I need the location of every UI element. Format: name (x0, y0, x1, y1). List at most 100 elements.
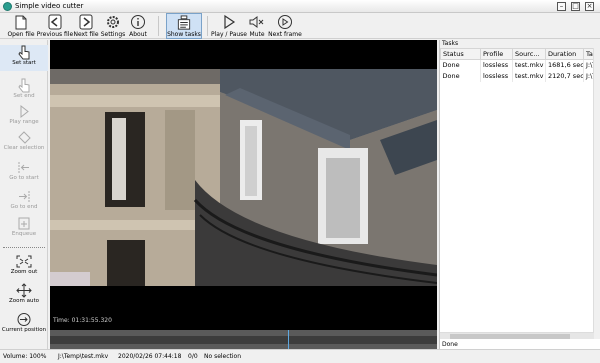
window-title: Simple video cutter (15, 2, 84, 10)
column-header-source[interactable]: Sourc... (512, 48, 546, 60)
go-to-end-button[interactable]: Go to end (0, 189, 48, 213)
timeline-track[interactable] (50, 336, 437, 344)
zoom-out-icon (16, 255, 32, 268)
hand-pointer-icon (18, 45, 30, 60)
set-end-button[interactable]: Set end (0, 78, 48, 100)
tasks-horizontal-scrollbar[interactable] (440, 332, 594, 339)
gear-icon (107, 16, 119, 28)
tasks-panel: Tasks Status Profile Sourc... Duration T… (439, 40, 600, 349)
task-status-cell: Done (440, 59, 481, 71)
tasks-header-row: Status Profile Sourc... Duration Tar (440, 48, 596, 60)
open-file-label: Open file (7, 31, 35, 38)
play-icon (224, 14, 236, 30)
open-file-button[interactable]: Open file (6, 13, 36, 39)
play-pause-button[interactable]: Play / Pause (211, 13, 247, 39)
play-range-label: Play range (9, 119, 39, 125)
table-row[interactable]: Done lossless test.mkv 2120,7 sec J:\T (440, 70, 596, 82)
next-frame-icon (278, 15, 292, 29)
previous-file-button[interactable]: Previous file (36, 13, 74, 39)
timeline[interactable]: Time: 01:31:55.320 (50, 317, 437, 349)
next-frame-label: Next frame (268, 31, 302, 38)
go-to-end-label: Go to end (10, 204, 38, 210)
column-header-status[interactable]: Status (440, 48, 481, 60)
maximize-button[interactable]: □ (571, 2, 580, 11)
left-panel-divider (3, 247, 45, 248)
enqueue-button[interactable]: Enqueue (0, 216, 48, 240)
eraser-icon (18, 131, 31, 144)
task-source-cell: test.mkv (512, 70, 546, 82)
left-panel: Set start Set end Play range Clear selec… (0, 40, 48, 349)
play-range-button[interactable]: Play range (0, 104, 48, 126)
playhead-marker[interactable] (288, 330, 289, 349)
next-file-icon (79, 14, 93, 30)
play-pause-label: Play / Pause (211, 31, 247, 38)
show-tasks-button[interactable]: Show tasks (166, 13, 202, 39)
set-end-label: Set end (13, 93, 35, 99)
previous-file-label: Previous file (36, 31, 74, 38)
tasks-icon (177, 15, 191, 30)
volume-status: Volume: 100% (3, 353, 47, 360)
set-start-label: Set start (12, 60, 36, 66)
toolbar: Open file Previous file Next file Settin… (0, 13, 600, 39)
selection-status: No selection (204, 353, 242, 360)
tasks-status-text: Done (442, 341, 458, 348)
datetime-status: 2020/02/26 07:44:18 (118, 353, 182, 360)
zoom-out-label: Zoom out (10, 269, 38, 275)
mute-label: Mute (249, 31, 265, 38)
next-file-label: Next file (73, 31, 99, 38)
table-row[interactable]: Done lossless test.mkv 1681,6 sec J:\T (440, 59, 596, 71)
go-to-start-label: Go to start (9, 175, 39, 181)
zoom-out-button[interactable]: Zoom out (0, 254, 48, 280)
task-duration-cell: 1681,6 sec (545, 59, 584, 71)
tasks-panel-title: Tasks (440, 40, 600, 48)
video-player[interactable] (50, 40, 437, 330)
video-frame (50, 40, 437, 330)
current-position-label: Current position (1, 327, 47, 333)
task-profile-cell: lossless (480, 70, 513, 82)
counter-status: 0/0 (188, 353, 198, 360)
next-frame-button[interactable]: Next frame (268, 13, 302, 39)
previous-file-icon (48, 14, 62, 30)
set-start-button[interactable]: Set start (0, 45, 48, 71)
toolbar-separator (207, 16, 208, 36)
enqueue-icon (18, 217, 30, 230)
task-status-cell: Done (440, 70, 481, 82)
task-source-cell: test.mkv (512, 59, 546, 71)
zoom-auto-label: Zoom auto (9, 298, 39, 304)
status-bar: Volume: 100% J:\Temp\test.mkv 2020/02/26… (0, 349, 600, 363)
file-path-status: J:\Temp\test.mkv (58, 353, 109, 360)
clear-selection-label: Clear selection (3, 145, 45, 151)
go-to-start-icon (18, 162, 29, 173)
zoom-auto-icon (16, 283, 32, 298)
enqueue-label: Enqueue (11, 231, 37, 237)
task-profile-cell: lossless (480, 59, 513, 71)
open-file-icon (15, 15, 27, 30)
about-button[interactable]: About (127, 13, 149, 39)
info-icon (131, 15, 145, 29)
current-position-button[interactable]: Current position (0, 312, 48, 338)
tasks-table: Status Profile Sourc... Duration Tar Don… (440, 48, 596, 82)
current-position-icon (17, 313, 31, 326)
task-duration-cell: 2120,7 sec (545, 70, 584, 82)
mute-icon (249, 16, 264, 28)
next-file-button[interactable]: Next file (73, 13, 99, 39)
scrollbar-thumb[interactable] (450, 334, 570, 339)
tasks-vertical-scrollbar[interactable] (593, 48, 600, 339)
toolbar-separator (158, 16, 159, 36)
column-header-profile[interactable]: Profile (480, 48, 513, 60)
close-button[interactable]: × (585, 2, 594, 11)
zoom-auto-button[interactable]: Zoom auto (0, 283, 48, 309)
clear-selection-button[interactable]: Clear selection (0, 130, 48, 154)
minimize-button[interactable]: – (557, 2, 566, 11)
title-bar: Simple video cutter – □ × (0, 0, 600, 13)
column-header-duration[interactable]: Duration (545, 48, 584, 60)
mute-button[interactable]: Mute (248, 13, 266, 39)
app-icon (3, 2, 12, 11)
hand-pointer-icon (18, 78, 30, 93)
go-to-end-icon (19, 191, 30, 202)
settings-button[interactable]: Settings (101, 13, 125, 39)
play-range-icon (20, 104, 29, 119)
show-tasks-label: Show tasks (167, 31, 201, 38)
settings-label: Settings (100, 31, 126, 38)
go-to-start-button[interactable]: Go to start (0, 160, 48, 184)
